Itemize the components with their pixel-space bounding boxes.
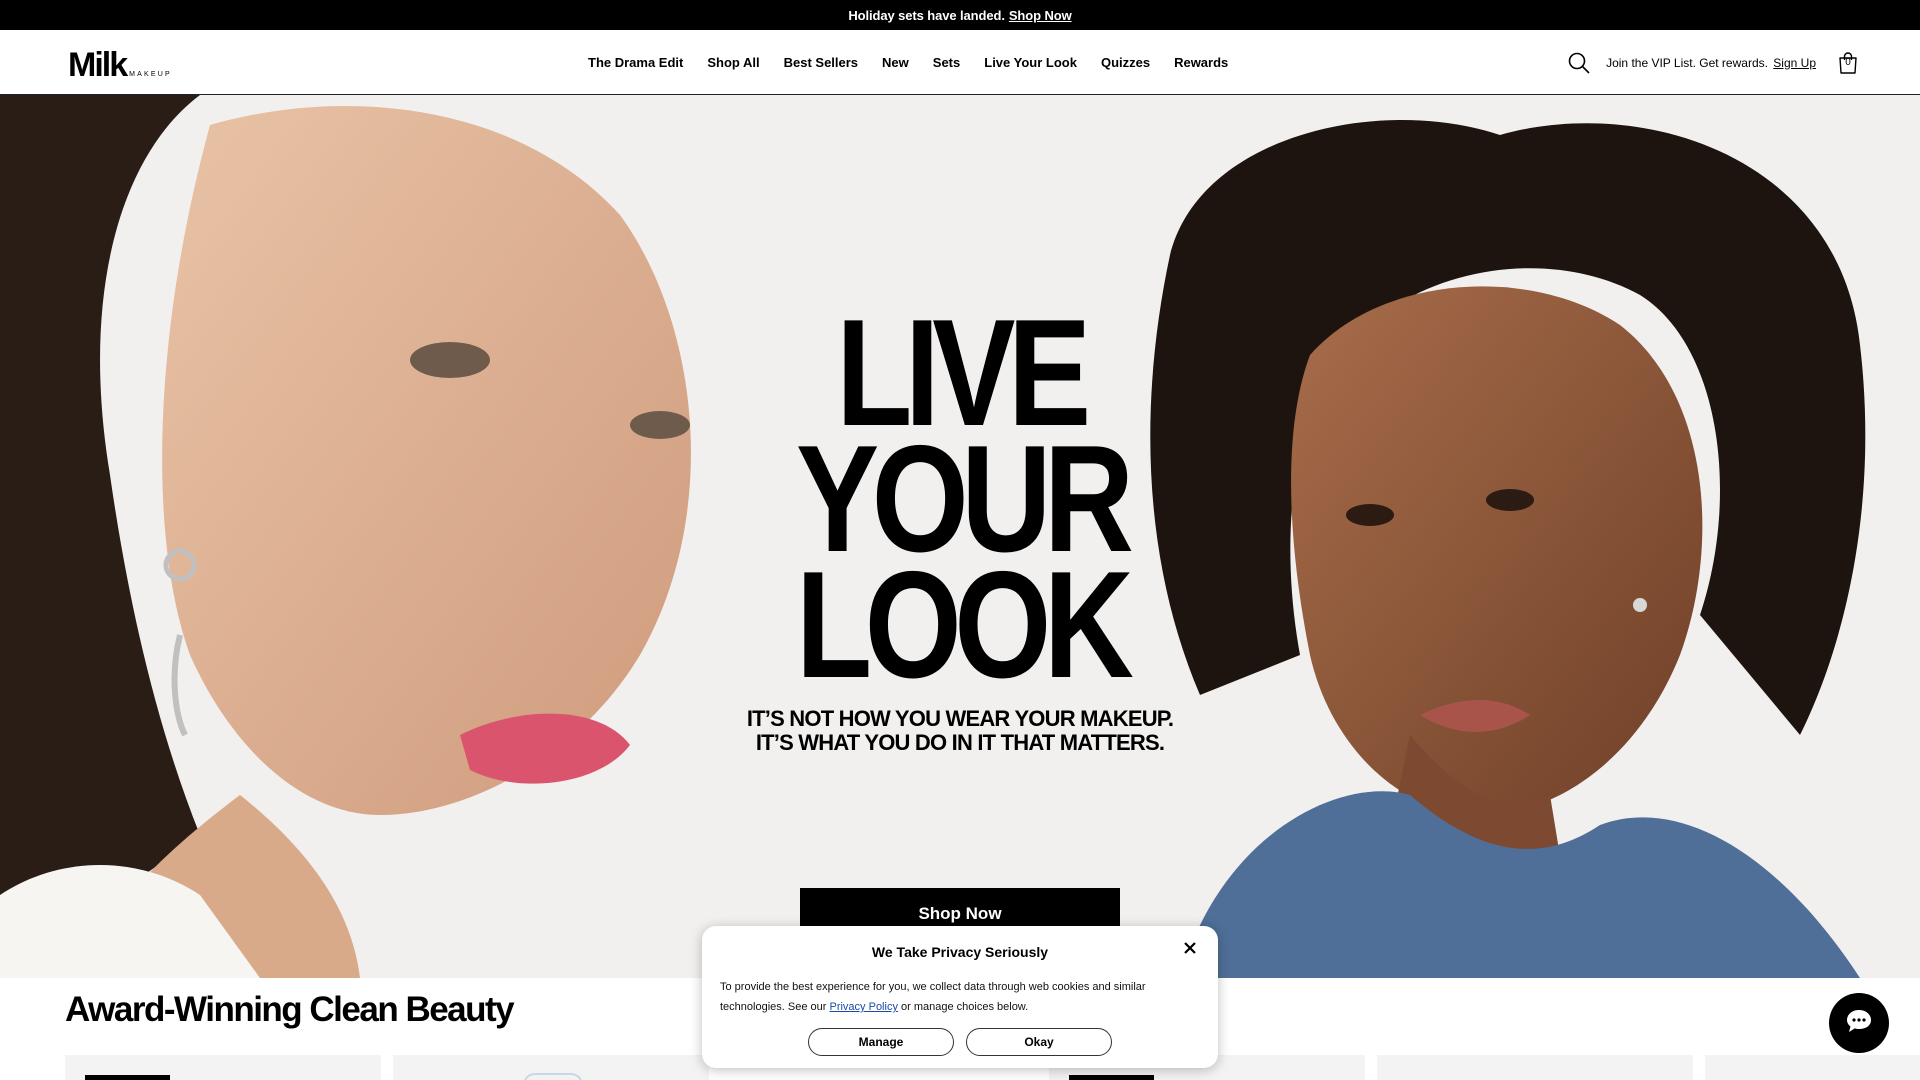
nav-item-sets[interactable]: Sets — [933, 55, 960, 70]
announcement-text: Holiday sets have landed. — [848, 7, 1005, 23]
cookie-body-text-end: or manage choices below. — [901, 1001, 1029, 1013]
nav-item-rewards[interactable]: Rewards — [1174, 55, 1228, 70]
nav-item-best-sellers[interactable]: Best Sellers — [784, 55, 858, 70]
hero-subheadline-line-1: IT’S NOT HOW YOU WEAR YOUR MAKEUP. — [746, 706, 1174, 731]
product-card[interactable] — [1705, 1055, 1920, 1080]
nav-item-live-your-look[interactable]: Live Your Look — [984, 55, 1077, 70]
product-image — [523, 1073, 583, 1080]
nav-item-the-drama-edit[interactable]: The Drama Edit — [588, 55, 683, 70]
logo-subtext: MAKEUP — [129, 71, 172, 78]
nav-item-new[interactable]: New — [882, 55, 909, 70]
hero-headline: LIVE YOUR LOOK — [796, 297, 1134, 710]
cookie-modal-body: To provide the best experience for you, … — [720, 977, 1200, 1017]
announcement-bar: Holiday sets have landed. Shop Now — [0, 0, 1920, 30]
main-nav: The Drama Edit Shop All Best Sellers New… — [588, 30, 1252, 95]
manage-button[interactable]: Manage — [808, 1028, 954, 1056]
product-badge — [1069, 1075, 1154, 1080]
privacy-cookie-modal: We Take Privacy Seriously To provide the… — [702, 926, 1218, 1068]
hero-model-right-image — [1150, 120, 1866, 978]
nav-item-quizzes[interactable]: Quizzes — [1101, 55, 1150, 70]
search-icon[interactable] — [1568, 52, 1590, 74]
site-header: Milk MAKEUP The Drama Edit Shop All Best… — [0, 30, 1920, 95]
product-card[interactable] — [393, 1055, 709, 1080]
privacy-policy-link[interactable]: Privacy Policy — [829, 1001, 897, 1013]
announcement-shop-now-link[interactable]: Shop Now — [1009, 8, 1072, 23]
nav-item-shop-all[interactable]: Shop All — [707, 55, 759, 70]
cart-count: 0 — [1845, 56, 1851, 68]
okay-button[interactable]: Okay — [966, 1028, 1112, 1056]
chat-launcher-button[interactable] — [1829, 993, 1889, 1053]
product-card[interactable] — [65, 1055, 381, 1080]
hero-banner[interactable]: LIVE YOUR LOOK IT’S NOT HOW YOU WEAR YOU… — [0, 95, 1920, 978]
hero-headline-line-3: LOOK — [796, 540, 1134, 710]
product-badge — [85, 1075, 170, 1080]
close-icon[interactable] — [1182, 940, 1198, 956]
vip-text: Join the VIP List. Get rewards. — [1606, 55, 1768, 70]
vip-signup-promo: Join the VIP List. Get rewards. Sign Up — [1606, 56, 1816, 70]
vip-sign-up-link[interactable]: Sign Up — [1773, 56, 1816, 70]
chat-icon — [1845, 1008, 1873, 1039]
hero-subheadline-line-2: IT’S WHAT YOU DO IN IT THAT MATTERS. — [755, 730, 1165, 755]
hero-model-left-image — [0, 95, 691, 978]
section-title: Award-Winning Clean Beauty — [65, 990, 515, 1029]
product-card[interactable] — [1377, 1055, 1693, 1080]
header-actions: Join the VIP List. Get rewards. Sign Up … — [1568, 30, 1860, 95]
milk-makeup-logo[interactable]: Milk MAKEUP — [68, 46, 172, 84]
cookie-modal-title: We Take Privacy Seriously — [871, 944, 1049, 960]
bag-icon[interactable]: 0 — [1836, 51, 1860, 75]
logo-wordmark: Milk — [68, 46, 128, 84]
hero-subheadline: IT’S NOT HOW YOU WEAR YOUR MAKEUP. IT’S … — [700, 707, 1220, 755]
